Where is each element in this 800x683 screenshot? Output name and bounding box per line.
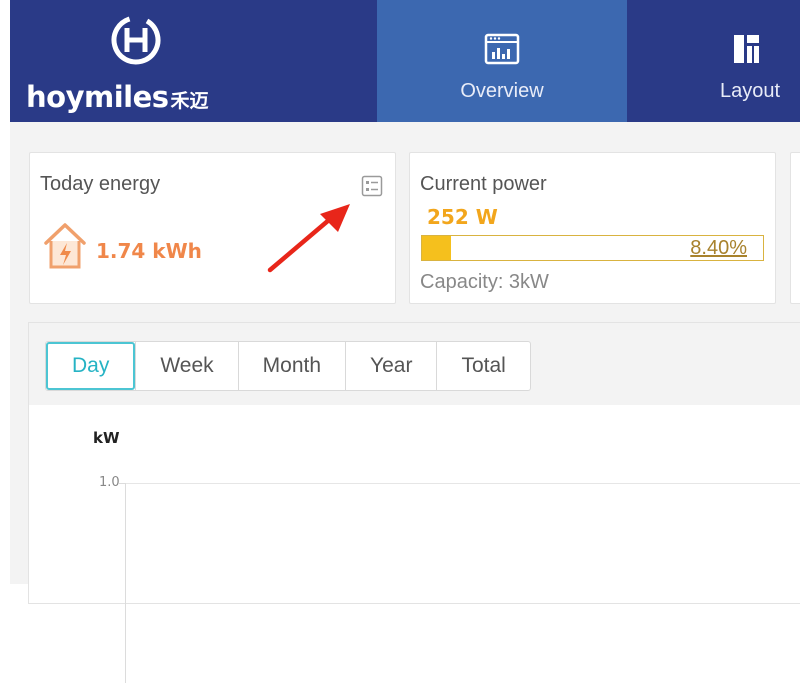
tab-overview[interactable]: Overview [377, 0, 627, 122]
chart-panel: Day Week Month Year Total kW 1.0 [28, 322, 800, 683]
power-chart: kW 1.0 [29, 405, 800, 683]
red-arrow-icon [267, 204, 350, 273]
tab-month[interactable]: Month [237, 342, 345, 390]
tab-week[interactable]: Week [135, 342, 237, 390]
top-nav-bar: hoymiles 禾迈 Overview Layout [10, 0, 800, 122]
power-progress-bar: 8.40% [421, 235, 764, 261]
solar-house-icon [44, 223, 86, 269]
third-card-partial [790, 152, 800, 304]
tab-layout-label: Layout [720, 80, 781, 102]
hoymiles-logo-mark-icon [111, 15, 161, 65]
capacity-label: Capacity: 3kW [420, 271, 549, 293]
overview-content: Today energy 1.74 kWh Current power 252 … [10, 122, 800, 683]
tab-year[interactable]: Year [345, 342, 436, 390]
today-energy-value: 1.74 kWh [96, 239, 202, 263]
tab-day[interactable]: Day [46, 342, 136, 390]
y-axis-line [125, 483, 126, 683]
chart-window-icon [484, 33, 520, 65]
current-power-card: Current power 252 W 8.40% Capacity: 3kW [409, 152, 776, 304]
power-percent-label: 8.40% [690, 237, 747, 259]
current-power-title: Current power [420, 173, 547, 195]
chart-unit-label: kW [93, 429, 120, 447]
current-power-value: 252 W [427, 205, 498, 229]
list-detail-icon[interactable] [361, 175, 383, 197]
y-grid-line [125, 483, 800, 484]
layout-grid-icon [734, 35, 759, 63]
tab-overview-label: Overview [460, 80, 544, 102]
tab-total[interactable]: Total [436, 342, 529, 390]
logo-wordmark: hoymiles 禾迈 [26, 80, 209, 114]
hoymiles-logo[interactable]: hoymiles 禾迈 [10, 0, 260, 122]
chart-panel-header: Day Week Month Year Total [29, 323, 800, 405]
tab-layout[interactable]: Layout [700, 0, 800, 122]
today-energy-title: Today energy [40, 173, 161, 195]
period-tabs: Day Week Month Year Total [45, 341, 531, 391]
y-tick-label: 1.0 [99, 475, 120, 490]
power-progress-fill [422, 236, 451, 260]
